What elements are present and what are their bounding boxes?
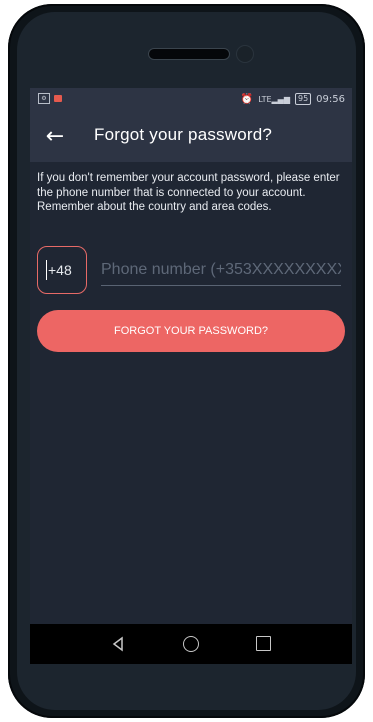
app-notification-icon xyxy=(54,95,62,102)
arrow-left-icon: ← xyxy=(45,124,65,149)
android-nav-bar xyxy=(30,624,352,664)
alarm-icon: ⏰ xyxy=(240,93,254,105)
status-time: 09:56 xyxy=(316,93,345,105)
battery-indicator: 95 xyxy=(294,93,312,105)
settings-notification-icon: ⚙ xyxy=(38,93,50,104)
app-screen: ⚙ ⏰ LTE▂▄▆ 95 09:56 ← Forgot your passwo… xyxy=(30,88,352,664)
forgot-password-button[interactable]: FORGOT YOUR PASSWORD? xyxy=(37,310,345,352)
country-code-field[interactable]: +48 xyxy=(37,246,87,294)
back-button[interactable]: ← xyxy=(40,122,70,152)
lte-signal-icon: LTE▂▄▆ xyxy=(258,94,290,104)
text-cursor xyxy=(46,260,47,280)
page-title: Forgot your password? xyxy=(94,125,273,144)
app-bar: ← Forgot your password? xyxy=(30,112,352,162)
instructions-text: If you don't remember your account passw… xyxy=(37,172,340,213)
phone-number-input[interactable] xyxy=(101,260,341,280)
phone-speaker xyxy=(148,48,230,60)
phone-input-underline xyxy=(101,285,341,286)
status-bar: ⚙ ⏰ LTE▂▄▆ 95 09:56 xyxy=(30,88,352,112)
country-code-value: +48 xyxy=(48,262,72,278)
triangle-back-icon[interactable] xyxy=(110,636,126,652)
phone-camera xyxy=(236,45,254,63)
circle-home-icon[interactable] xyxy=(183,636,199,652)
status-right: ⏰ LTE▂▄▆ 95 09:56 xyxy=(241,93,345,105)
square-recents-icon[interactable] xyxy=(256,636,271,651)
status-left-icons: ⚙ xyxy=(38,93,62,104)
